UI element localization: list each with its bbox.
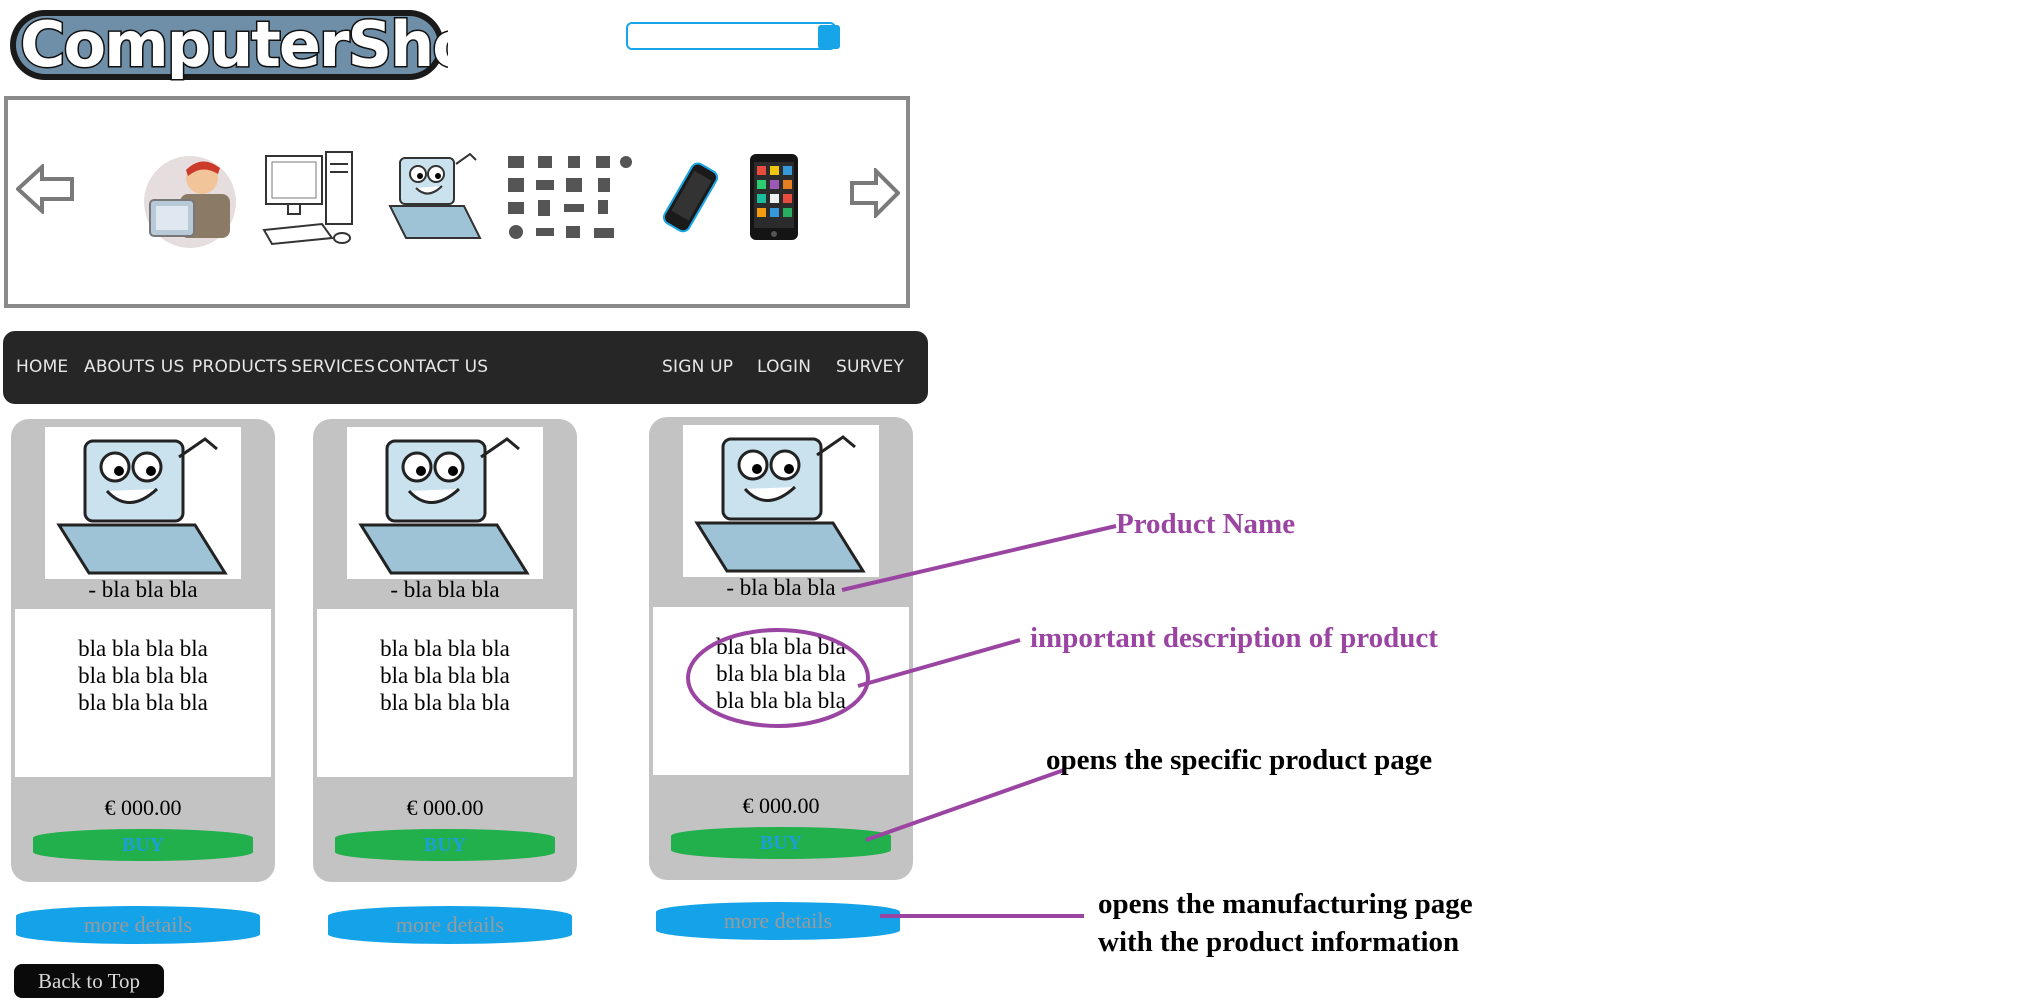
nav-contact-us[interactable]: CONTACT US	[377, 357, 488, 377]
product-image[interactable]	[683, 425, 879, 577]
desktop-computer-image[interactable]	[262, 150, 356, 250]
product-name: - bla bla bla	[390, 577, 500, 602]
search-button[interactable]	[818, 25, 840, 49]
electronics-icons-image[interactable]	[504, 150, 636, 250]
product-card: - bla bla bla bla bla bla bla bla bla bla…	[11, 419, 275, 882]
nav-about-us[interactable]: ABOUTS US	[84, 357, 184, 377]
product-image[interactable]	[45, 427, 241, 579]
product-price: € 000.00	[104, 795, 182, 820]
product-description: bla bla bla bla bla bla bla bla bla bla bl…	[716, 634, 846, 713]
search-input[interactable]	[626, 22, 836, 50]
annotation-more-line1: opens the manufacturing page	[1098, 888, 1473, 920]
product-price: € 000.00	[406, 795, 484, 820]
product-name: - bla bla bla	[88, 577, 198, 602]
arrow-right-icon[interactable]	[850, 168, 900, 218]
tablet-image[interactable]	[744, 150, 804, 250]
product-price: € 000.00	[742, 793, 820, 818]
buy-button[interactable]: BUY	[33, 829, 253, 861]
buy-button[interactable]: BUY	[671, 827, 891, 859]
product-card: - bla bla bla bla bla bla bla bla bla bla…	[649, 417, 913, 880]
technician-image[interactable]	[140, 150, 246, 250]
more-details-button[interactable]: more details	[328, 906, 572, 944]
product-card: - bla bla bla bla bla bla bla bla bla bla…	[313, 419, 577, 882]
buy-button[interactable]: BUY	[335, 829, 555, 861]
nav-products[interactable]: PRODUCTS	[192, 357, 288, 377]
smartphone-image[interactable]	[654, 150, 724, 250]
logo-text: ComputerShop	[20, 8, 448, 81]
more-details-button[interactable]: more details	[656, 902, 900, 940]
more-details-button[interactable]: more details	[16, 906, 260, 944]
nav-login[interactable]: LOGIN	[757, 357, 811, 377]
back-to-top-button[interactable]: Back to Top	[14, 964, 164, 998]
annotation-more-line2: with the product information	[1098, 926, 1460, 958]
annotation-buy: opens the specific product page	[1046, 744, 1433, 776]
arrow-left-icon[interactable]	[16, 164, 74, 214]
nav-home[interactable]: HOME	[16, 357, 68, 377]
nav-sign-up[interactable]: SIGN UP	[662, 357, 733, 377]
laptop-cartoon-image[interactable]	[384, 150, 484, 250]
product-image[interactable]	[347, 427, 543, 579]
product-description: bla bla bla bla bla bla bla bla bla bla bl…	[380, 636, 510, 715]
nav-services[interactable]: SERVICES	[291, 357, 375, 377]
product-name: - bla bla bla	[726, 575, 836, 600]
annotation-description: important description of product	[1030, 622, 1438, 654]
annotation-product-name: Product Name	[1116, 508, 1296, 540]
computershop-logo[interactable]: ComputerShop	[6, 2, 448, 84]
product-description: bla bla bla bla bla bla bla bla bla bla bl…	[78, 636, 208, 715]
nav-survey[interactable]: SURVEY	[836, 357, 904, 377]
